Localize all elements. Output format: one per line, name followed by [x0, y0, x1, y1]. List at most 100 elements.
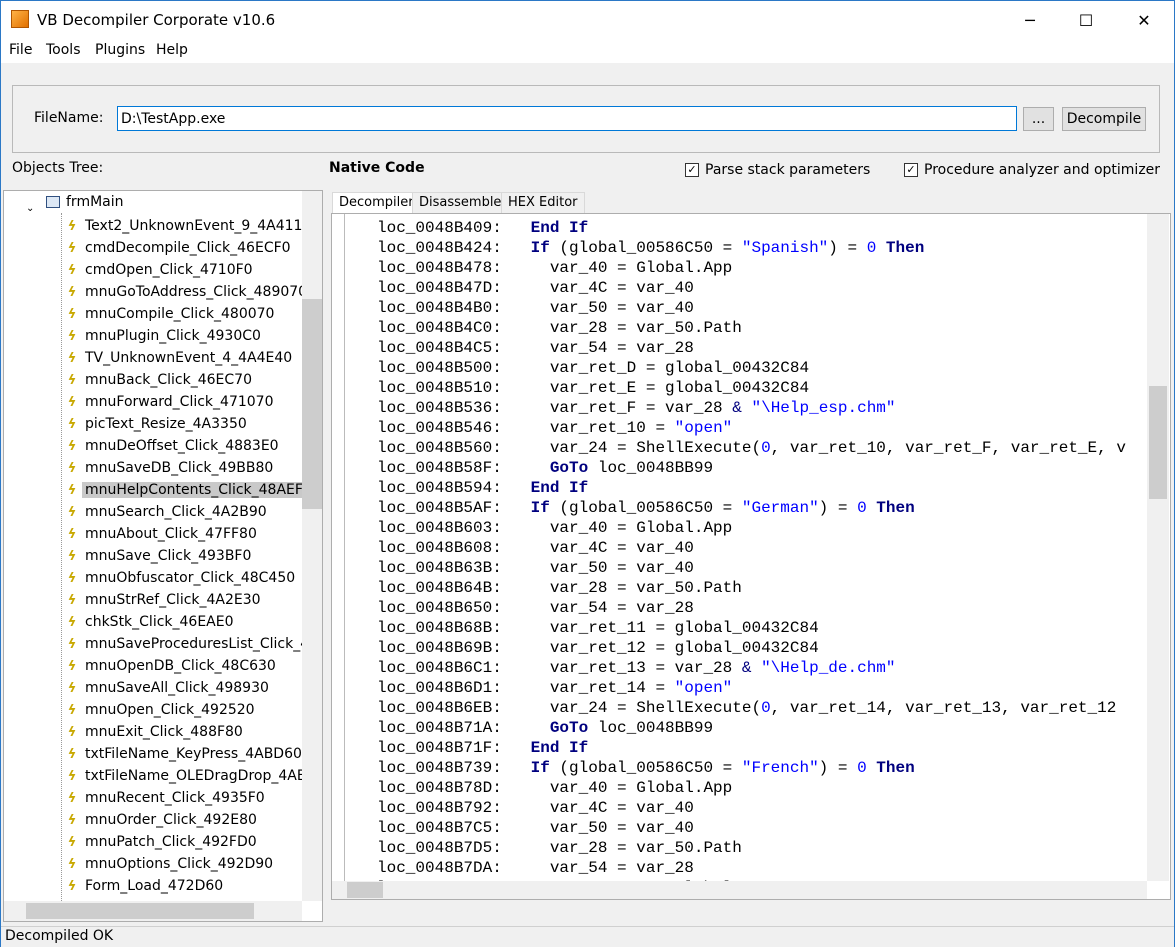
minimize-button[interactable]: ─	[1007, 1, 1053, 39]
menu-file[interactable]: File	[9, 42, 32, 58]
code-line: loc_0048B608: var_4C = var_40	[377, 539, 694, 557]
tree-item[interactable]: ϟ txtFileName_KeyPress_4ABD60	[62, 743, 305, 765]
fold-gutter	[344, 214, 345, 882]
form-icon	[46, 196, 60, 208]
menu-tools[interactable]: Tools	[46, 42, 81, 58]
tree-item[interactable]: ϟ mnuAbout_Click_47FF80	[62, 523, 260, 545]
tab-hex-editor[interactable]: HEX Editor	[501, 192, 585, 214]
tree-item-label: mnuCompile_Click_480070	[85, 306, 275, 322]
tree-item-label: mnuPlugin_Click_4930C0	[85, 328, 261, 344]
tree-item[interactable]: ϟ mnuSaveDB_Click_49BB80	[62, 457, 276, 479]
tree-item-label: mnuStrRef_Click_4A2E30	[85, 592, 261, 608]
code-line: loc_0048B500: var_ret_D = global_00432C8…	[377, 359, 810, 377]
code-line: loc_0048B424: If (global_00586C50 = "Spa…	[377, 239, 925, 257]
code-line: loc_0048B6D1: var_ret_14 = "open"	[377, 679, 733, 697]
tree-item-label: mnuOpen_Click_492520	[85, 702, 255, 718]
event-icon: ϟ	[67, 438, 77, 454]
tree-root-frmMain[interactable]: frmMain	[66, 194, 124, 210]
parse-stack-checkbox[interactable]: ✓	[685, 163, 699, 177]
event-icon: ϟ	[67, 394, 77, 410]
tree-item[interactable]: ϟ TV_UnknownEvent_4_4A4E40	[62, 347, 295, 369]
maximize-button[interactable]: ☐	[1063, 1, 1109, 39]
tree-item[interactable]: ϟ chkStk_Click_46EAE0	[62, 611, 237, 633]
decompile-button[interactable]: Decompile	[1062, 107, 1146, 131]
code-line: loc_0048B4B0: var_50 = var_40	[377, 299, 694, 317]
code-line: loc_0048B69B: var_ret_12 = global_00432C…	[377, 639, 819, 657]
tree-item[interactable]: ϟ mnuOrder_Click_492E80	[62, 809, 260, 831]
tree-item[interactable]: ϟ cmdDecompile_Click_46ECF0	[62, 237, 294, 259]
event-icon: ϟ	[67, 592, 77, 608]
event-icon: ϟ	[67, 746, 77, 762]
code-line: loc_0048B7DA: var_54 = var_28	[377, 859, 694, 877]
tree-item[interactable]: ϟ txtFileName_OLEDragDrop_4ABE	[62, 765, 318, 787]
tree-item[interactable]: ϟ mnuStrRef_Click_4A2E30	[62, 589, 264, 611]
tree-item[interactable]: ϟ mnuRecent_Click_4935F0	[62, 787, 268, 809]
tree-item[interactable]: ϟ Form_Load_472D60	[62, 875, 226, 897]
tree-item[interactable]: ϟ mnuHelpContents_Click_48AEF0	[62, 479, 315, 501]
tree-item-label: mnuForward_Click_471070	[85, 394, 274, 410]
tree-horizontal-scrollbar[interactable]	[4, 901, 302, 921]
tree-item-label: mnuSave_Click_493BF0	[85, 548, 252, 564]
code-vertical-scrollbar[interactable]	[1147, 214, 1169, 881]
tab-disassembler[interactable]: Disassembler	[412, 192, 514, 214]
tree-item[interactable]: ϟ mnuSave_Click_493BF0	[62, 545, 254, 567]
event-icon: ϟ	[67, 658, 77, 674]
native-code-label: Native Code	[329, 160, 425, 176]
menu-help[interactable]: Help	[156, 42, 188, 58]
close-button[interactable]: ✕	[1121, 1, 1167, 39]
code-line: loc_0048B78D: var_40 = Global.App	[377, 779, 733, 797]
code-line: loc_0048B5AF: If (global_00586C50 = "Ger…	[377, 499, 915, 517]
menu-plugins[interactable]: Plugins	[95, 42, 145, 58]
tree-vscroll-thumb[interactable]	[302, 299, 322, 509]
tree-item[interactable]: ϟ mnuSearch_Click_4A2B90	[62, 501, 270, 523]
tree-item[interactable]: ϟ mnuBack_Click_46EC70	[62, 369, 255, 391]
tree-item[interactable]: ϟ mnuOptions_Click_492D90	[62, 853, 276, 875]
code-view[interactable]: loc_0048B409: End If loc_0048B424: If (gl…	[331, 213, 1171, 900]
tree-item[interactable]: ϟ cmdOpen_Click_4710F0	[62, 259, 256, 281]
tree-item[interactable]: ϟ mnuDeOffset_Click_4883E0	[62, 435, 282, 457]
code-line: loc_0048B71A: GoTo loc_0048BB99	[377, 719, 714, 737]
tree-item-label: picText_Resize_4A3350	[85, 416, 247, 432]
event-icon: ϟ	[67, 724, 77, 740]
status-text: Decompiled OK	[5, 928, 114, 944]
tree-item[interactable]: ϟ mnuSaveProceduresList_Click_49	[62, 633, 321, 655]
code-horizontal-scrollbar[interactable]	[332, 881, 1147, 899]
tree-item[interactable]: ϟ Text2_UnknownEvent_9_4A4110	[62, 215, 314, 237]
tree-item[interactable]: ϟ mnuExit_Click_488F80	[62, 721, 246, 743]
tree-item[interactable]: ϟ mnuCompile_Click_480070	[62, 303, 277, 325]
tree-item-label: TV_UnknownEvent_4_4A4E40	[85, 350, 293, 366]
objects-tree-label: Objects Tree:	[12, 160, 104, 176]
tree-item-label: mnuDeOffset_Click_4883E0	[85, 438, 279, 454]
tree-item-label: mnuGoToAddress_Click_489070	[85, 284, 308, 300]
code-vscroll-thumb[interactable]	[1149, 386, 1167, 499]
tree-item[interactable]: ϟ mnuSaveAll_Click_498930	[62, 677, 272, 699]
code-line: loc_0048B594: End If	[377, 479, 589, 497]
browse-button[interactable]: ...	[1023, 107, 1054, 131]
tree-item[interactable]: ϟ picText_Resize_4A3350	[62, 413, 250, 435]
parse-stack-label: Parse stack parameters	[705, 162, 871, 178]
code-hscroll-thumb[interactable]	[347, 882, 383, 898]
tree-item[interactable]: ϟ mnuObfuscator_Click_48C450	[62, 567, 298, 589]
filename-input[interactable]	[117, 106, 1017, 131]
tree-item[interactable]: ϟ mnuForward_Click_471070	[62, 391, 277, 413]
code-line: loc_0048B47D: var_4C = var_40	[377, 279, 694, 297]
procedure-analyzer-checkbox[interactable]: ✓	[904, 163, 918, 177]
tree-item[interactable]: ϟ mnuPatch_Click_492FD0	[62, 831, 260, 853]
tab-decompiler[interactable]: Decompiler	[332, 192, 421, 214]
tree-item-label: mnuSaveAll_Click_498930	[85, 680, 269, 696]
tree-item[interactable]: ϟ mnuOpen_Click_492520	[62, 699, 258, 721]
event-icon: ϟ	[67, 218, 77, 234]
tree-item-label: mnuBack_Click_46EC70	[85, 372, 252, 388]
filename-label: FileName:	[34, 110, 104, 126]
code-line: loc_0048B4C5: var_54 = var_28	[377, 339, 694, 357]
code-line: loc_0048B7D5: var_28 = var_50.Path	[377, 839, 742, 857]
tree-item-label: mnuPatch_Click_492FD0	[85, 834, 257, 850]
tree-item-label: mnuAbout_Click_47FF80	[85, 526, 257, 542]
tree-hscroll-thumb[interactable]	[26, 903, 254, 919]
expand-icon[interactable]: ⌄	[26, 203, 34, 214]
tree-item[interactable]: ϟ mnuOpenDB_Click_48C630	[62, 655, 279, 677]
tree-item[interactable]: ϟ mnuGoToAddress_Click_489070	[62, 281, 310, 303]
tree-item[interactable]: ϟ mnuPlugin_Click_4930C0	[62, 325, 264, 347]
tree-vertical-scrollbar[interactable]	[302, 191, 322, 901]
tree-item-label: mnuOptions_Click_492D90	[85, 856, 274, 872]
